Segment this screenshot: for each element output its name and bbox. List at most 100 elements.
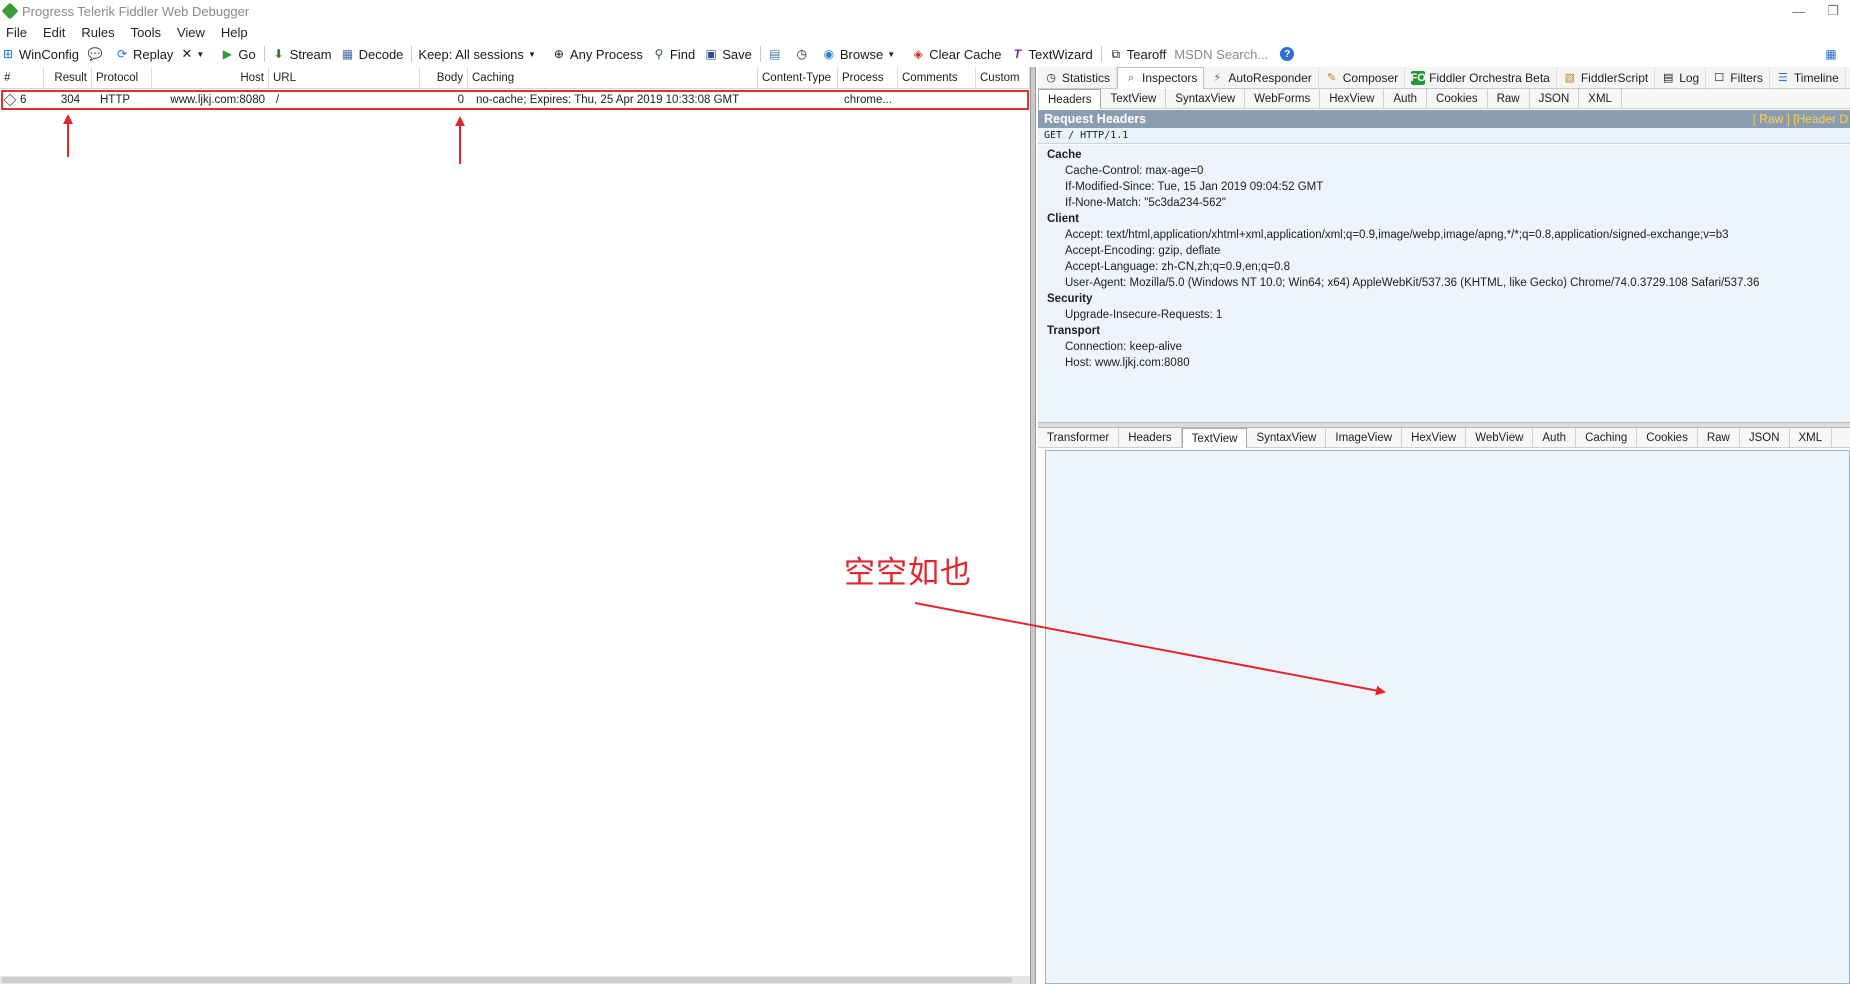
header-group-cache[interactable]: Cache — [1047, 149, 1082, 161]
header-entry[interactable]: Accept-Language: zh-CN,zh;q=0.9,en;q=0.8 — [1065, 261, 1290, 273]
timeline-icon: ☰ — [1777, 72, 1788, 84]
resp-tab-xml[interactable]: XML — [1790, 427, 1833, 448]
resp-tab-webview[interactable]: WebView — [1466, 427, 1534, 448]
header-entry[interactable]: If-None-Match: "5c3da234-562" — [1065, 197, 1226, 209]
menu-view[interactable]: View — [177, 25, 205, 40]
menu-file[interactable]: File — [6, 25, 27, 40]
header-entry[interactable]: If-Modified-Since: Tue, 15 Jan 2019 09:0… — [1065, 181, 1323, 193]
col-header-protocol[interactable]: Protocol — [92, 67, 152, 89]
any-process-label: Any Process — [569, 46, 643, 62]
resp-tab-raw[interactable]: Raw — [1698, 427, 1740, 448]
resp-tab-hexview[interactable]: HexView — [1402, 427, 1467, 448]
tab-fiddler-orchestra[interactable]: FO Fiddler Orchestra Beta — [1405, 66, 1557, 89]
req-tab-textview[interactable]: TextView — [1101, 88, 1167, 109]
scrollbar-thumb[interactable] — [2, 977, 1012, 983]
header-group-security[interactable]: Security — [1047, 293, 1092, 305]
header-entry[interactable]: Host: www.ljkj.com:8080 — [1065, 357, 1190, 369]
menu-tools[interactable]: Tools — [131, 25, 161, 40]
tab-filters[interactable]: ☐ Filters — [1706, 66, 1770, 89]
req-tab-xml[interactable]: XML — [1579, 88, 1622, 109]
menu-edit[interactable]: Edit — [43, 25, 65, 40]
resp-tab-imageview[interactable]: ImageView — [1326, 427, 1403, 448]
remove-icon: ✕ — [181, 46, 193, 61]
req-tab-json[interactable]: JSON — [1530, 88, 1580, 109]
tab-composer[interactable]: ✎ Composer — [1319, 66, 1406, 89]
sessions-header: # Result Protocol Host URL Body Caching … — [0, 67, 1030, 89]
col-header-number[interactable]: # — [0, 67, 44, 89]
header-entry[interactable]: Connection: keep-alive — [1065, 341, 1182, 353]
col-header-custom[interactable]: Custom — [976, 67, 1030, 89]
resp-tab-auth[interactable]: Auth — [1533, 427, 1577, 448]
col-header-content-type[interactable]: Content-Type — [758, 67, 838, 89]
raw-header-links[interactable]: [ Raw ] [Header D — [1753, 110, 1848, 128]
resp-tab-textview[interactable]: TextView — [1181, 427, 1248, 448]
header-group-transport[interactable]: Transport — [1047, 325, 1100, 337]
req-tab-raw[interactable]: Raw — [1488, 88, 1530, 109]
col-header-body[interactable]: Body — [420, 67, 468, 89]
col-header-url[interactable]: URL — [269, 67, 420, 89]
timer-button[interactable]: ◷ — [794, 46, 813, 62]
maximize-button[interactable]: ❐ — [1816, 0, 1850, 22]
main-tabs: ◷ Statistics ⌕ Inspectors ⚡ AutoResponder ✎… — [1038, 66, 1850, 89]
col-header-result[interactable]: Result — [44, 67, 92, 89]
req-tab-syntaxview[interactable]: SyntaxView — [1166, 88, 1246, 109]
minimize-button[interactable]: — — [1782, 0, 1816, 22]
keep-sessions-label: Keep: All sessions — [418, 46, 524, 62]
req-tab-webforms[interactable]: WebForms — [1245, 88, 1321, 109]
keep-sessions-dropdown[interactable]: Keep: All sessions ▼ — [418, 46, 543, 62]
col-header-caching[interactable]: Caching — [468, 67, 758, 89]
header-group-client[interactable]: Client — [1047, 213, 1079, 225]
screenshot-button[interactable]: ▤ — [767, 46, 786, 62]
tab-log[interactable]: ▤ Log — [1655, 66, 1707, 89]
resp-tab-cookies[interactable]: Cookies — [1637, 427, 1698, 448]
req-tab-headers[interactable]: Headers — [1038, 88, 1102, 109]
resp-tab-caching[interactable]: Caching — [1576, 427, 1638, 448]
remove-button[interactable]: ✕ ▼ — [181, 46, 211, 62]
toolbar: ⊞ WinConfig 💬 ⟳ Replay ✕ ▼ ▶ Go ⬇ Stream ▦ Dec… — [0, 43, 1850, 65]
go-button[interactable]: ▶ Go — [219, 46, 256, 62]
resp-tab-json[interactable]: JSON — [1740, 427, 1790, 448]
binoculars-icon: ⚲ — [654, 47, 664, 61]
tab-inspectors[interactable]: ⌕ Inspectors — [1117, 66, 1205, 89]
clear-cache-button[interactable]: ◈ Clear Cache — [910, 46, 1002, 62]
online-status-button[interactable]: ▦ — [1823, 46, 1842, 62]
sessions-horizontal-scrollbar[interactable] — [0, 976, 1030, 984]
comment-button[interactable]: 💬 — [87, 46, 106, 62]
request-inspector-tabs: Headers TextView SyntaxView WebForms Hex… — [1038, 88, 1850, 109]
req-tab-hexview[interactable]: HexView — [1320, 88, 1385, 109]
toolbar-separator — [759, 46, 761, 62]
col-header-comments[interactable]: Comments — [898, 67, 976, 89]
textwizard-button[interactable]: T TextWizard — [1009, 46, 1093, 62]
tab-timeline[interactable]: ☰ Timeline — [1770, 66, 1846, 89]
replay-button[interactable]: ⟳ Replay — [114, 46, 174, 62]
winconfig-button[interactable]: ⊞ WinConfig — [0, 46, 79, 62]
find-button[interactable]: ⚲ Find — [651, 46, 696, 62]
panel-splitter[interactable] — [1030, 67, 1036, 984]
stream-button[interactable]: ⬇ Stream — [271, 46, 332, 62]
req-tab-cookies[interactable]: Cookies — [1427, 88, 1488, 109]
req-tab-auth[interactable]: Auth — [1384, 88, 1428, 109]
save-button[interactable]: ▣ Save — [703, 46, 752, 62]
header-entry[interactable]: Accept: text/html,application/xhtml+xml,… — [1065, 229, 1729, 241]
menu-help[interactable]: Help — [221, 25, 248, 40]
tearoff-button[interactable]: ⧉ Tearoff — [1108, 46, 1166, 62]
tab-autoresponder[interactable]: ⚡ AutoResponder — [1204, 66, 1319, 89]
header-entry[interactable]: Accept-Encoding: gzip, deflate — [1065, 245, 1220, 257]
browse-button[interactable]: ◉ Browse ▼ — [821, 46, 902, 62]
resp-tab-transformer[interactable]: Transformer — [1038, 427, 1120, 448]
col-header-process[interactable]: Process — [838, 67, 898, 89]
msdn-search-input[interactable]: MSDN Search... — [1174, 47, 1274, 62]
tab-fiddlerscript[interactable]: ▧ FiddlerScript — [1557, 66, 1656, 89]
header-entry[interactable]: User-Agent: Mozilla/5.0 (Windows NT 10.0… — [1065, 277, 1759, 289]
header-entry[interactable]: Upgrade-Insecure-Requests: 1 — [1065, 309, 1222, 321]
any-process-button[interactable]: ⊕ Any Process — [551, 46, 643, 62]
resp-tab-syntaxview[interactable]: SyntaxView — [1247, 427, 1327, 448]
header-entry[interactable]: Cache-Control: max-age=0 — [1065, 165, 1203, 177]
response-textview-body[interactable] — [1045, 450, 1850, 984]
resp-tab-headers[interactable]: Headers — [1119, 427, 1182, 448]
col-header-host[interactable]: Host — [152, 67, 269, 89]
menu-rules[interactable]: Rules — [81, 25, 114, 40]
help-icon[interactable]: ? — [1280, 47, 1295, 61]
tab-statistics[interactable]: ◷ Statistics — [1038, 66, 1118, 89]
decode-button[interactable]: ▦ Decode — [340, 46, 403, 62]
